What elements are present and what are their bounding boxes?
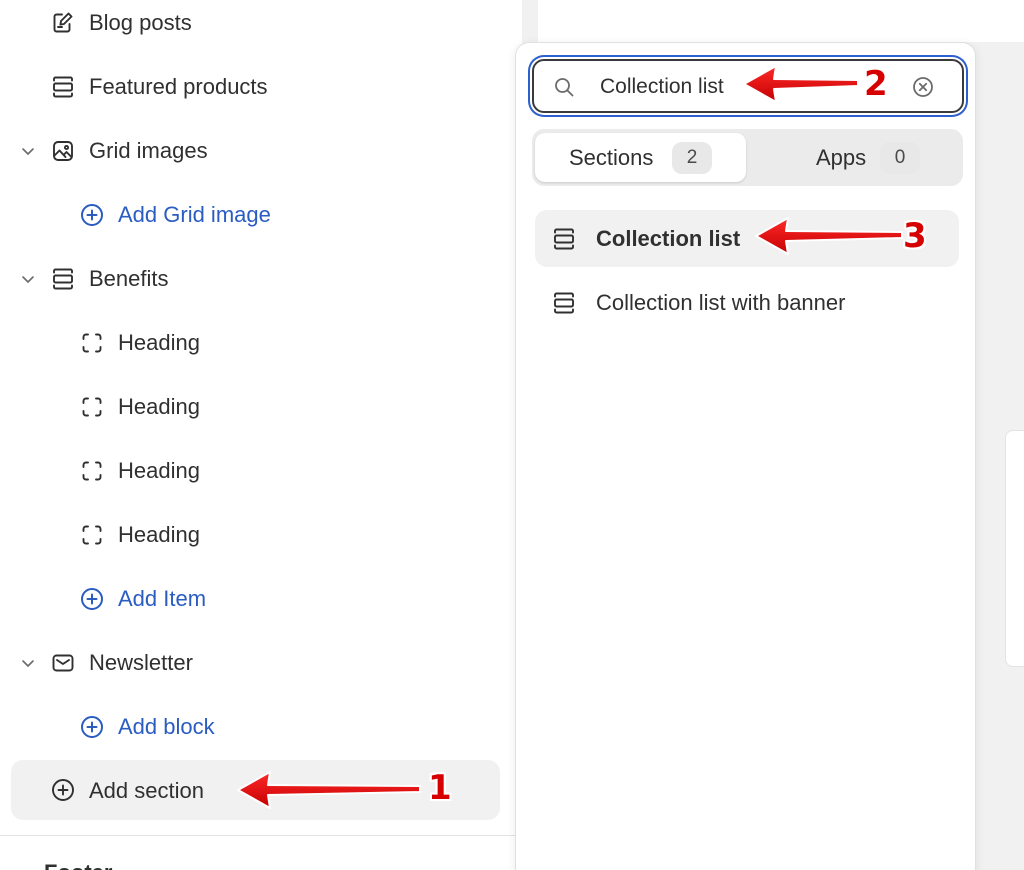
tab-sections[interactable]: Sections 2: [535, 133, 746, 182]
block-icon: [82, 333, 102, 353]
tab-apps[interactable]: Apps 0: [746, 133, 960, 182]
sidebar-item-featured-products[interactable]: Featured products: [0, 67, 515, 107]
section-layout-icon: [53, 76, 73, 98]
chevron-down-icon[interactable]: [18, 653, 38, 673]
add-circle-icon: [81, 588, 103, 610]
edit-document-icon: [53, 12, 73, 33]
sidebar-block-heading[interactable]: Heading: [0, 387, 515, 427]
annotation-number-1: 1: [428, 768, 452, 808]
sidebar-block-heading[interactable]: Heading: [0, 323, 515, 363]
tab-sections-label: Sections: [569, 145, 654, 170]
sidebar-group-footer[interactable]: Footer: [44, 860, 112, 870]
add-block-label: Add block: [118, 714, 215, 739]
section-layout-icon: [53, 268, 73, 290]
tab-sections-count-badge: 2: [672, 142, 712, 174]
block-icon: [82, 461, 102, 481]
add-circle-icon: [81, 716, 103, 738]
tab-apps-count-badge: 0: [880, 142, 920, 174]
add-section-label: Add section: [89, 778, 204, 803]
sidebar-item-blog-posts[interactable]: Blog posts: [0, 3, 515, 43]
add-circle-icon: [52, 779, 74, 801]
annotation-number-2: 2: [864, 64, 888, 104]
block-icon: [82, 525, 102, 545]
result-item-label: Collection list with banner: [596, 290, 846, 315]
section-layout-icon: [554, 228, 574, 250]
result-item-collection-list[interactable]: Collection list: [535, 210, 959, 267]
search-icon: [555, 78, 574, 97]
sidebar-block-heading[interactable]: Heading: [0, 515, 515, 555]
chevron-down-icon[interactable]: [18, 269, 38, 289]
block-icon: [82, 397, 102, 417]
result-item-label: Collection list: [596, 226, 741, 251]
sidebar-item-newsletter[interactable]: Newsletter: [0, 643, 515, 683]
chevron-down-icon[interactable]: [18, 141, 38, 161]
theme-editor-sidebar: Blog posts Featured products Grid images…: [0, 0, 522, 870]
result-tabs: Sections 2 Apps 0: [532, 129, 963, 186]
preview-side-card: [1005, 430, 1024, 667]
sidebar-item-label: Heading: [118, 522, 200, 547]
sidebar-item-label: Heading: [118, 458, 200, 483]
add-grid-image-label: Add Grid image: [118, 202, 271, 227]
add-circle-icon: [81, 204, 103, 226]
sidebar-item-grid-images[interactable]: Grid images: [0, 131, 515, 171]
add-grid-image-button[interactable]: Add Grid image: [0, 195, 515, 235]
sidebar-block-heading[interactable]: Heading: [0, 451, 515, 491]
clear-search-icon[interactable]: [911, 75, 935, 99]
sidebar-item-label: Blog posts: [89, 10, 192, 35]
sidebar-item-label: Heading: [118, 330, 200, 355]
add-item-button[interactable]: Add Item: [0, 579, 515, 619]
add-section-popover: Collection list Sections 2 Apps 0 Collec…: [515, 42, 976, 870]
tab-apps-label: Apps: [816, 145, 867, 170]
image-icon: [53, 141, 73, 161]
annotation-number-3: 3: [903, 216, 927, 256]
sidebar-item-label: Newsletter: [89, 650, 193, 675]
sidebar-item-benefits[interactable]: Benefits: [0, 259, 515, 299]
sidebar-item-label: Featured products: [89, 74, 268, 99]
section-layout-icon: [554, 292, 574, 314]
preview-top-card: [538, 0, 1024, 42]
sidebar-item-label: Grid images: [89, 138, 208, 163]
search-input[interactable]: Collection list: [532, 59, 964, 113]
sidebar-item-label: Benefits: [89, 266, 169, 291]
sidebar-divider: [0, 835, 515, 836]
result-item-collection-list-with-banner[interactable]: Collection list with banner: [535, 274, 959, 331]
search-input-value[interactable]: Collection list: [600, 75, 724, 99]
mail-icon: [52, 654, 74, 672]
add-item-label: Add Item: [118, 586, 207, 611]
add-block-button[interactable]: Add block: [0, 707, 515, 747]
sidebar-item-label: Heading: [118, 394, 200, 419]
add-section-button[interactable]: Add section: [11, 760, 500, 820]
